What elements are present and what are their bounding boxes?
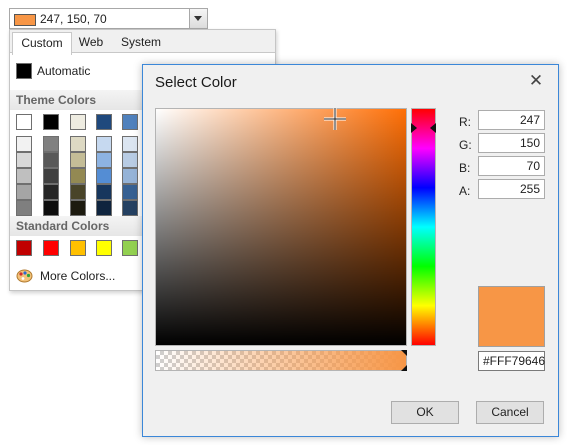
theme-shade-swatch[interactable] [43,168,59,184]
automatic-color-item[interactable]: Automatic [16,63,136,79]
hex-value-input[interactable]: #FFF79646 [478,351,545,371]
theme-shade-swatch[interactable] [122,136,138,152]
blue-input[interactable]: 70 [478,156,545,176]
tab-web[interactable]: Web [72,32,110,53]
theme-color-swatch[interactable] [43,114,59,130]
theme-shade-swatch[interactable] [16,200,32,216]
ok-button[interactable]: OK [391,401,459,424]
tab-system[interactable]: System [114,32,168,53]
theme-shade-swatch[interactable] [16,168,32,184]
alpha-slider-top-arrow-icon[interactable] [401,350,407,356]
red-label: R: [459,115,471,129]
palette-icon [16,269,33,283]
green-input[interactable]: 150 [478,133,545,153]
dialog-title: Select Color [155,74,237,91]
blue-label: B: [459,161,471,175]
standard-color-swatch[interactable] [122,240,138,256]
hue-slider-right-arrow-icon[interactable] [430,123,436,133]
theme-shade-swatch[interactable] [96,152,112,168]
theme-shade-swatch[interactable] [96,184,112,200]
alpha-input[interactable]: 255 [478,179,545,199]
red-input[interactable]: 247 [478,110,545,130]
automatic-color-swatch [16,63,32,79]
crosshair-cursor-icon [324,108,346,130]
select-color-dialog: Select Color ✕ R: 247 G: 150 B: 70 A: 25… [142,64,559,437]
alpha-label: A: [459,184,471,198]
theme-shade-swatch[interactable] [16,152,32,168]
theme-shade-swatch[interactable] [122,200,138,216]
alpha-slider[interactable] [155,350,407,371]
theme-shade-swatch[interactable] [96,136,112,152]
theme-shade-swatch[interactable] [70,200,86,216]
theme-shade-swatch[interactable] [122,152,138,168]
theme-color-swatch[interactable] [122,114,138,130]
theme-shade-swatch[interactable] [122,168,138,184]
theme-shade-swatch[interactable] [96,200,112,216]
current-color-swatch [14,14,36,26]
standard-color-swatch[interactable] [70,240,86,256]
theme-shade-swatch[interactable] [96,168,112,184]
theme-color-swatch[interactable] [16,114,32,130]
theme-shade-swatch[interactable] [70,168,86,184]
theme-color-swatch[interactable] [96,114,112,130]
theme-shade-swatch[interactable] [70,184,86,200]
theme-color-swatch[interactable] [70,114,86,130]
theme-shade-swatch[interactable] [70,136,86,152]
close-icon[interactable]: ✕ [526,71,546,91]
standard-color-swatch[interactable] [16,240,32,256]
automatic-label: Automatic [37,64,91,78]
theme-shade-swatch[interactable] [16,184,32,200]
hue-slider-left-arrow-icon[interactable] [411,123,417,133]
standard-color-swatch[interactable] [96,240,112,256]
color-value-text: 247, 150, 70 [40,12,107,26]
theme-shade-swatch[interactable] [70,152,86,168]
color-preview [478,286,545,347]
theme-shade-swatch[interactable] [43,200,59,216]
theme-shade-swatch[interactable] [16,136,32,152]
dropdown-arrow-button[interactable] [189,9,207,28]
theme-shade-swatch[interactable] [43,136,59,152]
theme-shade-swatch[interactable] [43,152,59,168]
theme-shade-swatch[interactable] [43,184,59,200]
color-tab-strip: Custom Web System [10,30,275,55]
tab-custom[interactable]: Custom [12,32,72,55]
more-colors-item[interactable]: More Colors... [16,268,136,286]
standard-color-swatch[interactable] [43,240,59,256]
theme-shade-swatch[interactable] [122,184,138,200]
hue-slider[interactable] [411,108,436,346]
cancel-button[interactable]: Cancel [476,401,544,424]
color-edit-combo[interactable]: 247, 150, 70 [9,8,208,29]
saturation-value-picker[interactable] [155,108,407,346]
alpha-slider-bottom-arrow-icon[interactable] [401,365,407,371]
green-label: G: [459,138,472,152]
more-colors-label: More Colors... [40,269,116,283]
